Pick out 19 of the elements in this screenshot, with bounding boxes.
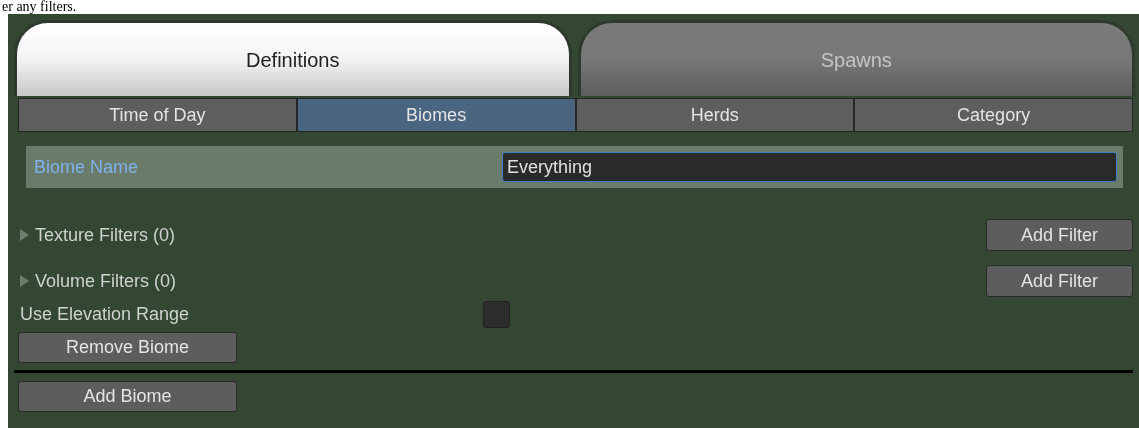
- elevation-checkbox[interactable]: [483, 300, 510, 328]
- sub-tab[interactable]: Time of Day: [18, 98, 297, 132]
- page-text: er any filters.: [1, 0, 78, 14]
- main-tab[interactable]: Definitions: [14, 20, 572, 96]
- collapsed-arrow-icon: [20, 275, 29, 287]
- sub-tab[interactable]: Category: [854, 98, 1133, 132]
- remove-biome-button[interactable]: Remove Biome: [18, 332, 237, 363]
- add-biome-button[interactable]: Add Biome: [18, 381, 237, 412]
- checkbox-label: Use Elevation Range: [20, 302, 191, 326]
- filter-foldout[interactable]: Volume Filters (0): [20, 267, 177, 295]
- field-label: Biome Name: [34, 155, 140, 179]
- main-tab[interactable]: Spawns: [577, 20, 1135, 96]
- add-filter-button[interactable]: Add Filter: [986, 265, 1133, 297]
- sub-tab[interactable]: Herds: [575, 98, 855, 132]
- biome-name-field[interactable]: Everything: [502, 152, 1117, 182]
- sub-tab[interactable]: Biomes: [296, 98, 576, 132]
- add-filter-button[interactable]: Add Filter: [986, 219, 1133, 251]
- collapsed-arrow-icon: [20, 229, 29, 241]
- filter-foldout[interactable]: Texture Filters (0): [20, 221, 176, 249]
